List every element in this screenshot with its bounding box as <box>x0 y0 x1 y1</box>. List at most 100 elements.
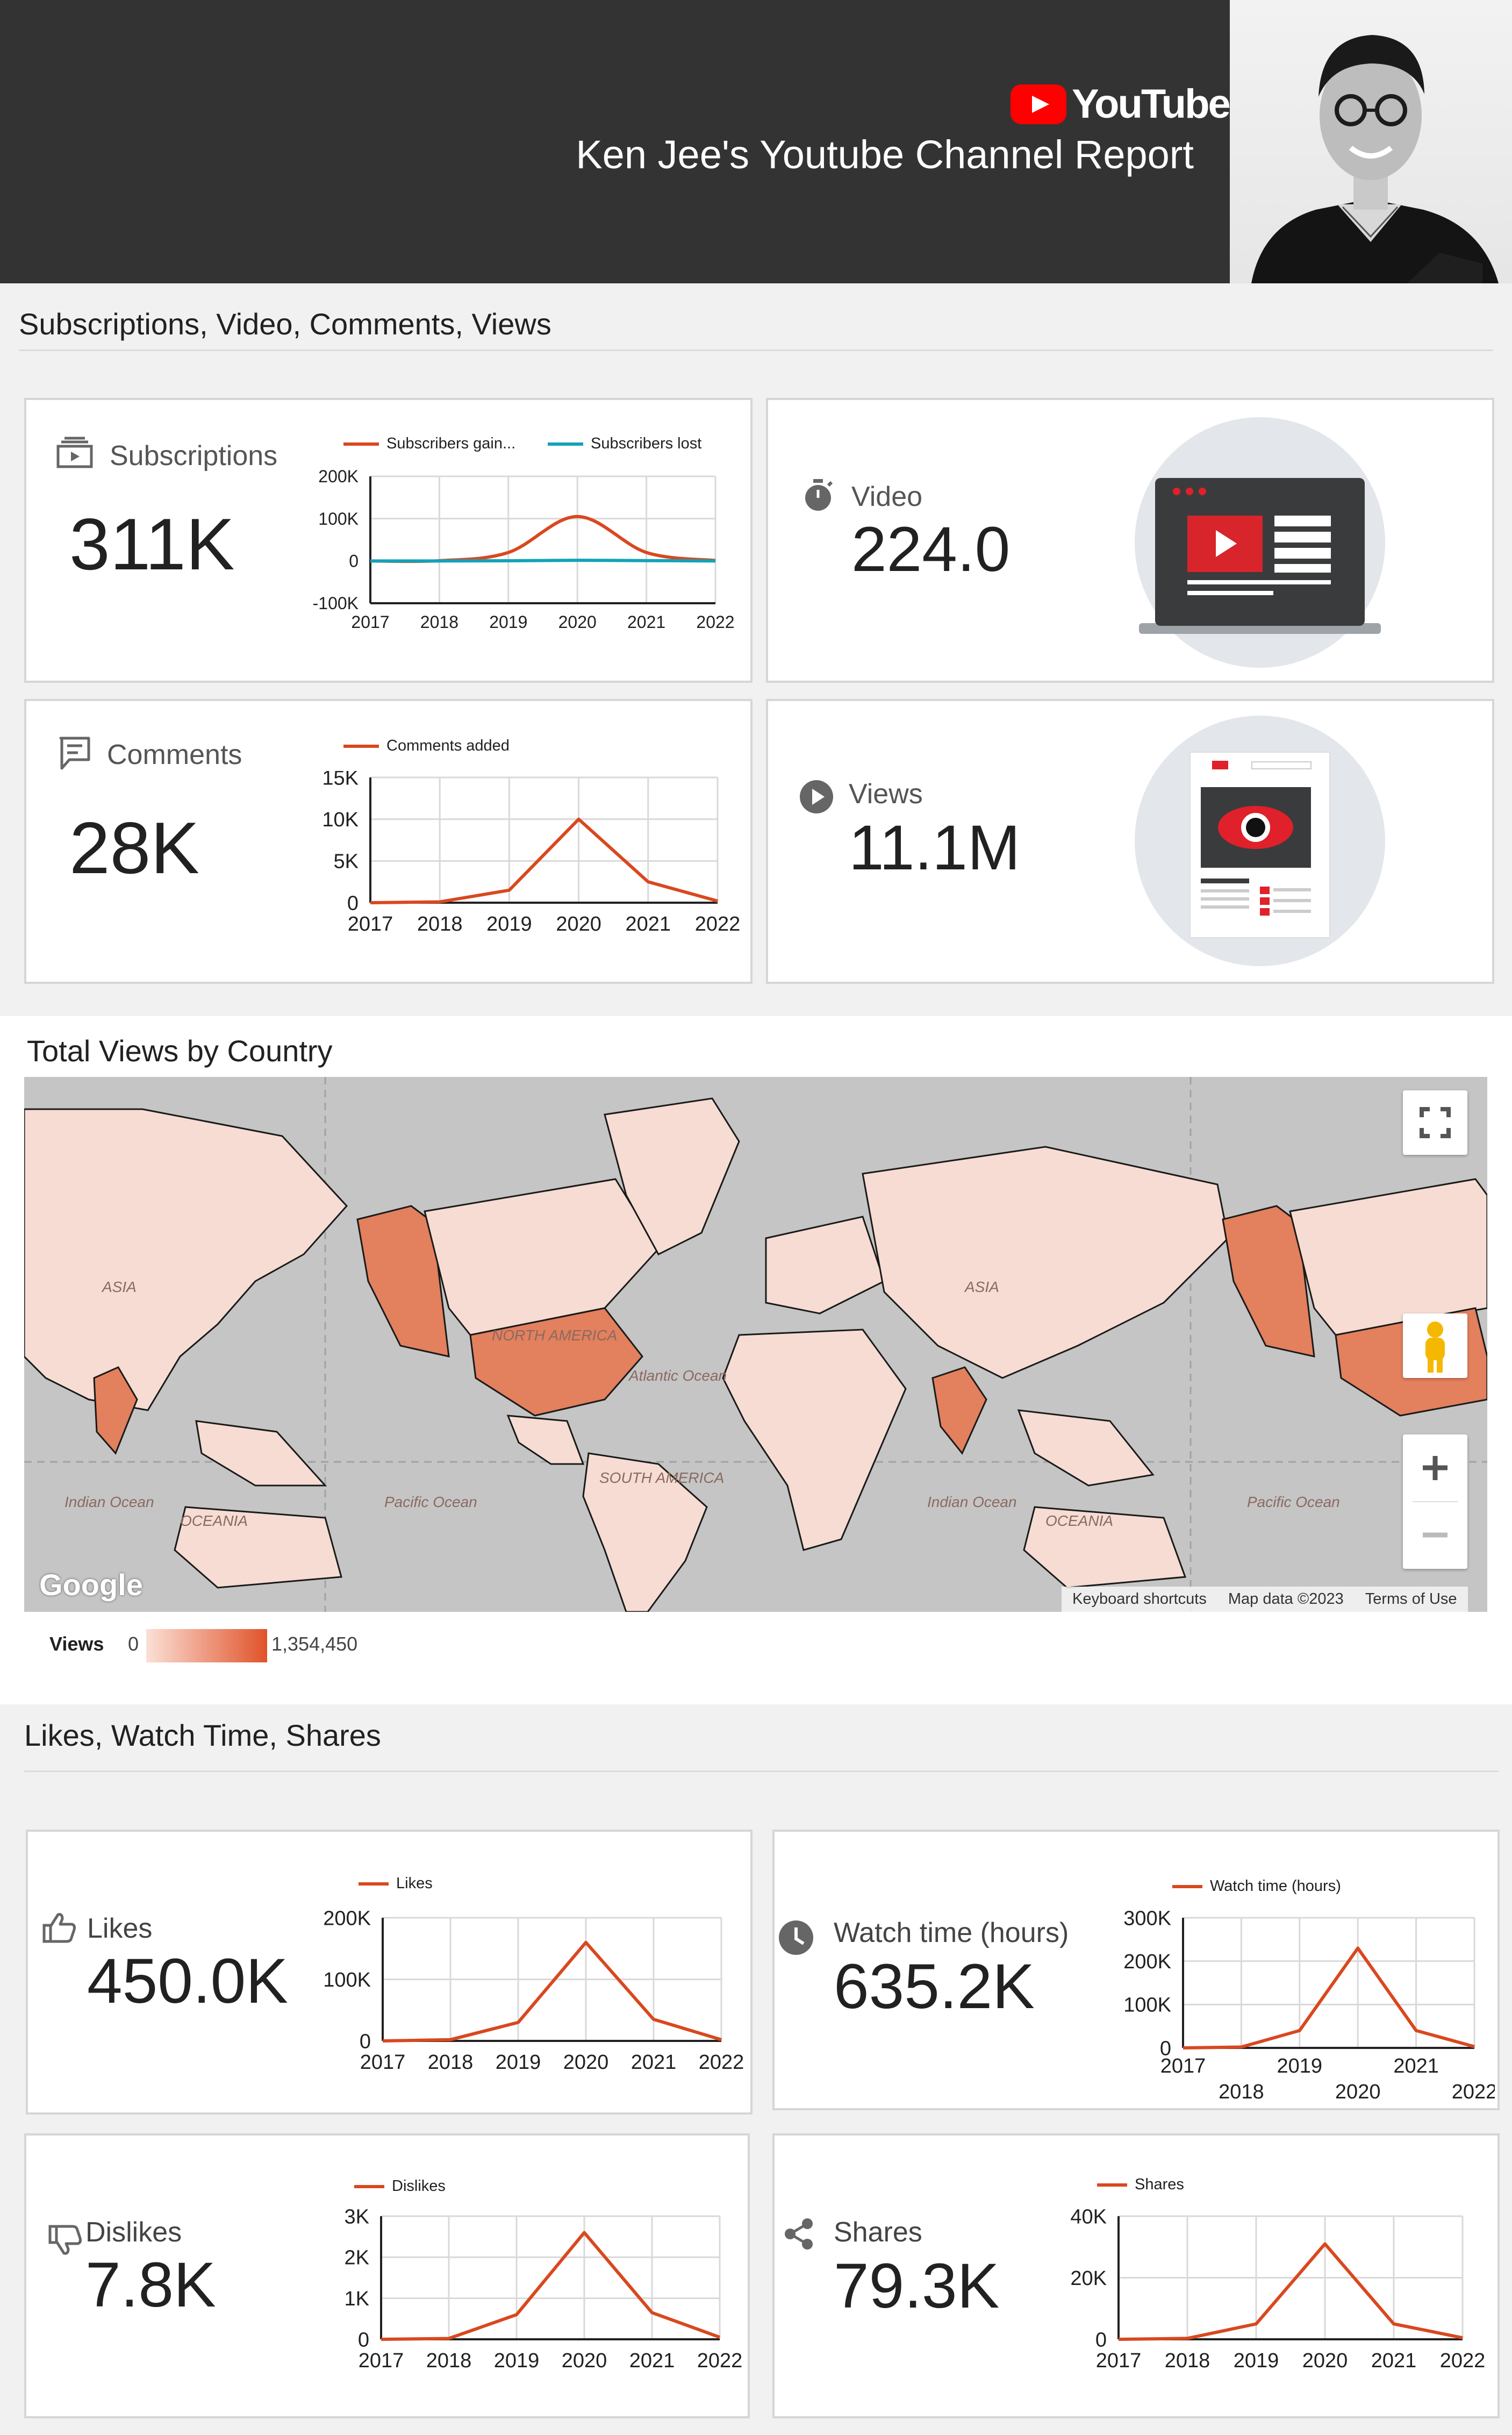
shares-chart[interactable]: 40K 20K 02017 2018 2019 2020 2021 2022 <box>1011 2205 1495 2369</box>
x-tick-label: 2019 <box>486 913 532 935</box>
legend-swatch <box>343 442 379 446</box>
subscriptions-card[interactable]: Subscriptions 311K Subscribers gain... S… <box>24 398 753 683</box>
views-label: Views <box>849 779 923 810</box>
zoom-out-button[interactable] <box>1403 1502 1467 1569</box>
subscriptions-icon <box>56 437 93 468</box>
x-tick-label: 2020 <box>1335 2081 1381 2103</box>
likes-value: 450.0K <box>87 1946 288 2017</box>
pegman-street-view-button[interactable] <box>1403 1313 1467 1378</box>
likes-card[interactable]: Likes 450.0K Likes 200K 100K 0 2017 2018 2019… <box>26 1830 753 2115</box>
x-tick-label: 2019 <box>489 612 527 632</box>
legend-comments-added: Comments added <box>343 737 510 755</box>
map-geography: ASIA NORTH AMERICA Atlantic Ocean SOUTH … <box>24 1077 1487 1612</box>
x-tick-label: 2020 <box>1302 2350 1348 2369</box>
fullscreen-button[interactable] <box>1403 1090 1467 1155</box>
pegman-icon <box>1425 1322 1445 1373</box>
comments-chart[interactable]: 15K 10K 5K 02017 2018 2019 2020 2021 2022 <box>279 771 747 935</box>
map-label: Indian Ocean <box>65 1494 154 1510</box>
minus-icon <box>1423 1532 1447 1538</box>
x-tick-label: 2022 <box>1452 2081 1495 2103</box>
x-tick-label: 2021 <box>631 2051 677 2071</box>
map-label: Atlantic Ocean <box>628 1367 727 1384</box>
watch-time-value: 635.2K <box>834 1951 1035 2022</box>
series-line <box>382 1940 722 2043</box>
video-card[interactable]: Video 224.0 <box>766 398 1494 683</box>
y-tick-label: 10K <box>322 809 359 831</box>
x-tick-label: 2020 <box>563 2051 609 2071</box>
x-tick-label: 2022 <box>699 2051 744 2071</box>
likes-chart[interactable]: 200K 100K 02017 2018 2019 2020 2021 2022 <box>297 1907 754 2071</box>
map-legend-gradient <box>146 1629 267 1662</box>
y-tick-label: 100K <box>318 509 359 529</box>
section-divider <box>24 1770 1499 1772</box>
x-tick-label: 2017 <box>348 913 393 935</box>
thumbs-up-icon <box>42 1913 76 1943</box>
shares-card[interactable]: Shares 79.3K Shares 40K 20K 0 2017 2018 2019 2… <box>772 2133 1500 2418</box>
map-data-text: Map data ©2023 <box>1228 1590 1344 1608</box>
y-tick-label: 200K <box>318 470 359 486</box>
map-legend-metric: Views <box>49 1633 104 1655</box>
dislikes-card[interactable]: Dislikes 7.8K Dislikes 3K 2K 1K 0 2017 2018 20… <box>24 2133 750 2418</box>
play-circle-icon <box>800 780 833 813</box>
share-icon <box>785 2218 813 2250</box>
y-tick-label: 200K <box>323 1907 371 1930</box>
plus-icon <box>1423 1456 1447 1480</box>
world-map[interactable]: ASIA NORTH AMERICA Atlantic Ocean SOUTH … <box>24 1077 1487 1612</box>
y-tick-label: 2K <box>345 2247 369 2269</box>
y-tick-label: 15K <box>322 771 359 789</box>
map-label: ASIA <box>964 1279 999 1295</box>
comments-value: 28K <box>69 807 199 889</box>
legend-shares: Shares <box>1097 2176 1184 2194</box>
thumbs-down-icon <box>48 2225 82 2255</box>
x-tick-label: 2018 <box>1219 2081 1264 2103</box>
map-attribution: Keyboard shortcuts Map data ©2023 Terms … <box>1062 1587 1468 1612</box>
x-tick-label: 2019 <box>496 2051 541 2071</box>
section-title-overview: Subscriptions, Video, Comments, Views <box>19 307 551 341</box>
map-label: OCEANIA <box>1045 1512 1113 1529</box>
y-tick-label: 300K <box>1123 1907 1171 1930</box>
x-tick-label: 2019 <box>1277 2055 1323 2077</box>
zoom-in-button[interactable] <box>1403 1434 1467 1502</box>
keyboard-shortcuts-link[interactable]: Keyboard shortcuts <box>1062 1590 1217 1608</box>
x-tick-label: 2021 <box>626 913 671 935</box>
x-tick-label: 2022 <box>695 913 741 935</box>
video-label: Video <box>851 481 923 512</box>
x-tick-label: 2017 <box>1160 2055 1206 2077</box>
series-line <box>1183 1946 1475 2050</box>
terms-of-use-link[interactable]: Terms of Use <box>1355 1590 1468 1608</box>
x-tick-label: 2021 <box>627 612 665 632</box>
youtube-logo: YouTube <box>1011 81 1231 127</box>
y-tick-label: 0 <box>358 2329 369 2351</box>
map-legend-min: 0 <box>128 1633 139 1655</box>
views-card[interactable]: Views 11.1M <box>766 699 1494 984</box>
x-tick-label: 2017 <box>359 2350 404 2369</box>
series-line <box>381 2231 721 2341</box>
legend-subscribers-lost: Subscribers lost <box>548 435 701 453</box>
views-value: 11.1M <box>849 812 1021 883</box>
stopwatch-icon <box>805 479 833 511</box>
comments-card[interactable]: Comments 28K Comments added 15K 10K 5K 0 201… <box>24 699 753 984</box>
y-tick-label: 200K <box>1123 1951 1171 1973</box>
watch-time-card[interactable]: Watch time (hours) 635.2K Watch time (ho… <box>772 1830 1500 2110</box>
x-tick-label: 2021 <box>1371 2350 1417 2369</box>
x-tick-label: 2017 <box>360 2051 406 2071</box>
youtube-wordmark: YouTube <box>1072 81 1231 127</box>
x-tick-label: 2018 <box>428 2051 474 2071</box>
watch-time-chart[interactable]: 300K200K100K0201720182019202020212022 <box>1097 1907 1495 2106</box>
x-tick-label: 2018 <box>426 2350 472 2369</box>
youtube-eye-illustration <box>1135 716 1385 966</box>
legend-swatch <box>359 1882 389 1886</box>
y-tick-label: 3K <box>345 2205 369 2228</box>
y-tick-label: 0 <box>1095 2329 1107 2351</box>
map-label: Pacific Ocean <box>1247 1494 1340 1510</box>
map-label: OCEANIA <box>180 1512 248 1529</box>
legend-swatch <box>1172 1884 1202 1888</box>
x-tick-label: 2020 <box>558 612 597 632</box>
legend-subscribers-gained: Subscribers gain... <box>343 435 515 453</box>
subscriptions-chart[interactable]: 200K 100K 0 -100K2017 2018 2019 2020 2021 2022 <box>274 470 741 637</box>
x-tick-label: 2021 <box>629 2350 675 2369</box>
legend-label: Likes <box>396 1875 433 1892</box>
series-line <box>1118 2242 1463 2341</box>
map-label: NORTH AMERICA <box>492 1327 617 1344</box>
dislikes-chart[interactable]: 3K 2K 1K 02017 2018 2019 2020 2021 2022 <box>295 2205 752 2369</box>
